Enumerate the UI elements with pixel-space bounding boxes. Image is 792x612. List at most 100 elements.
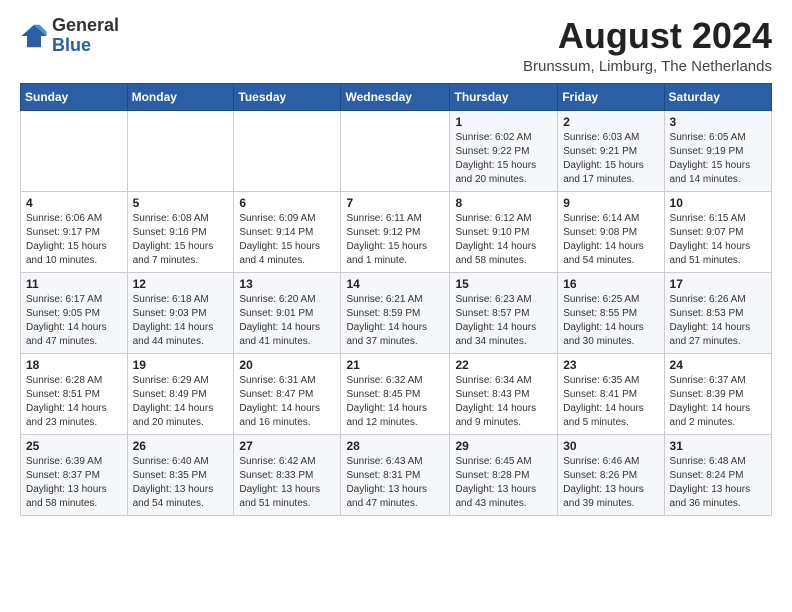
day-info: Sunrise: 6:45 AMSunset: 8:28 PMDaylight:…: [455, 455, 552, 511]
weekday-header-thursday: Thursday: [450, 83, 558, 110]
day-info: Sunrise: 6:08 AMSunset: 9:16 PMDaylight:…: [133, 212, 229, 268]
day-info: Sunrise: 6:37 AMSunset: 8:39 PMDaylight:…: [670, 374, 766, 430]
day-info: Sunrise: 6:12 AMSunset: 9:10 PMDaylight:…: [455, 212, 552, 268]
weekday-header-tuesday: Tuesday: [234, 83, 341, 110]
calendar-day-6: 6 Sunrise: 6:09 AMSunset: 9:14 PMDaylight…: [234, 191, 341, 272]
calendar-day-18: 18 Sunrise: 6:28 AMSunset: 8:51 PMDayligh…: [21, 353, 128, 434]
calendar-day-17: 17 Sunrise: 6:26 AMSunset: 8:53 PMDayligh…: [664, 272, 771, 353]
day-number: 1: [455, 115, 552, 129]
calendar-day-19: 19 Sunrise: 6:29 AMSunset: 8:49 PMDayligh…: [127, 353, 234, 434]
calendar-day-21: 21 Sunrise: 6:32 AMSunset: 8:45 PMDayligh…: [341, 353, 450, 434]
day-number: 22: [455, 358, 552, 372]
day-number: 31: [670, 439, 766, 453]
day-info: Sunrise: 6:09 AMSunset: 9:14 PMDaylight:…: [239, 212, 335, 268]
calendar-week-row: 1 Sunrise: 6:02 AMSunset: 9:22 PMDaylight…: [21, 110, 772, 191]
calendar-day-2: 2 Sunrise: 6:03 AMSunset: 9:21 PMDaylight…: [558, 110, 664, 191]
day-number: 24: [670, 358, 766, 372]
day-number: 26: [133, 439, 229, 453]
day-info: Sunrise: 6:18 AMSunset: 9:03 PMDaylight:…: [133, 293, 229, 349]
calendar-empty-cell: [234, 110, 341, 191]
day-number: 30: [563, 439, 658, 453]
calendar-day-27: 27 Sunrise: 6:42 AMSunset: 8:33 PMDayligh…: [234, 434, 341, 515]
calendar-day-23: 23Sunrise: 6:35 AMSunset: 8:41 PMDayligh…: [558, 353, 664, 434]
day-info: Sunrise: 6:39 AMSunset: 8:37 PMDaylight:…: [26, 455, 122, 511]
day-info: Sunrise: 6:03 AMSunset: 9:21 PMDaylight:…: [563, 131, 658, 187]
weekday-header-saturday: Saturday: [664, 83, 771, 110]
day-number: 7: [346, 196, 444, 210]
day-info: Sunrise: 6:02 AMSunset: 9:22 PMDaylight:…: [455, 131, 552, 187]
calendar-empty-cell: [341, 110, 450, 191]
day-number: 21: [346, 358, 444, 372]
calendar-empty-cell: [127, 110, 234, 191]
calendar-day-5: 5 Sunrise: 6:08 AMSunset: 9:16 PMDaylight…: [127, 191, 234, 272]
calendar-day-9: 9 Sunrise: 6:14 AMSunset: 9:08 PMDaylight…: [558, 191, 664, 272]
day-info: Sunrise: 6:35 AMSunset: 8:41 PMDaylight:…: [563, 374, 658, 430]
calendar-day-29: 29 Sunrise: 6:45 AMSunset: 8:28 PMDayligh…: [450, 434, 558, 515]
day-info: Sunrise: 6:14 AMSunset: 9:08 PMDaylight:…: [563, 212, 658, 268]
weekday-header-wednesday: Wednesday: [341, 83, 450, 110]
day-number: 9: [563, 196, 658, 210]
calendar-day-12: 12 Sunrise: 6:18 AMSunset: 9:03 PMDayligh…: [127, 272, 234, 353]
day-number: 19: [133, 358, 229, 372]
day-number: 18: [26, 358, 122, 372]
day-number: 4: [26, 196, 122, 210]
day-info: Sunrise: 6:40 AMSunset: 8:35 PMDaylight:…: [133, 455, 229, 511]
day-number: 20: [239, 358, 335, 372]
calendar-day-13: 13Sunrise: 6:20 AMSunset: 9:01 PMDayligh…: [234, 272, 341, 353]
calendar-day-1: 1 Sunrise: 6:02 AMSunset: 9:22 PMDaylight…: [450, 110, 558, 191]
day-info: Sunrise: 6:29 AMSunset: 8:49 PMDaylight:…: [133, 374, 229, 430]
day-number: 10: [670, 196, 766, 210]
calendar-day-20: 20 Sunrise: 6:31 AMSunset: 8:47 PMDayligh…: [234, 353, 341, 434]
calendar-day-16: 16 Sunrise: 6:25 AMSunset: 8:55 PMDayligh…: [558, 272, 664, 353]
calendar-day-15: 15Sunrise: 6:23 AMSunset: 8:57 PMDayligh…: [450, 272, 558, 353]
day-number: 27: [239, 439, 335, 453]
day-info: Sunrise: 6:28 AMSunset: 8:51 PMDaylight:…: [26, 374, 122, 430]
day-info: Sunrise: 6:46 AMSunset: 8:26 PMDaylight:…: [563, 455, 658, 511]
day-number: 2: [563, 115, 658, 129]
calendar-day-8: 8 Sunrise: 6:12 AMSunset: 9:10 PMDaylight…: [450, 191, 558, 272]
day-number: 16: [563, 277, 658, 291]
calendar-day-3: 3Sunrise: 6:05 AMSunset: 9:19 PMDaylight…: [664, 110, 771, 191]
calendar-day-7: 7 Sunrise: 6:11 AMSunset: 9:12 PMDaylight…: [341, 191, 450, 272]
calendar-day-10: 10 Sunrise: 6:15 AMSunset: 9:07 PMDayligh…: [664, 191, 771, 272]
calendar-day-28: 28Sunrise: 6:43 AMSunset: 8:31 PMDayligh…: [341, 434, 450, 515]
day-info: Sunrise: 6:31 AMSunset: 8:47 PMDaylight:…: [239, 374, 335, 430]
day-number: 28: [346, 439, 444, 453]
calendar-day-26: 26 Sunrise: 6:40 AMSunset: 8:35 PMDayligh…: [127, 434, 234, 515]
day-number: 17: [670, 277, 766, 291]
day-number: 14: [346, 277, 444, 291]
calendar-table: SundayMondayTuesdayWednesdayThursdayFrid…: [20, 83, 772, 516]
calendar-header-row: SundayMondayTuesdayWednesdayThursdayFrid…: [21, 83, 772, 110]
day-info: Sunrise: 6:06 AMSunset: 9:17 PMDaylight:…: [26, 212, 122, 268]
day-number: 8: [455, 196, 552, 210]
calendar-week-row: 4 Sunrise: 6:06 AMSunset: 9:17 PMDaylight…: [21, 191, 772, 272]
day-info: Sunrise: 6:15 AMSunset: 9:07 PMDaylight:…: [670, 212, 766, 268]
day-info: Sunrise: 6:34 AMSunset: 8:43 PMDaylight:…: [455, 374, 552, 430]
logo-icon: [20, 22, 48, 50]
logo-blue-text: Blue: [52, 36, 119, 56]
day-info: Sunrise: 6:11 AMSunset: 9:12 PMDaylight:…: [346, 212, 444, 268]
day-number: 6: [239, 196, 335, 210]
calendar-day-24: 24 Sunrise: 6:37 AMSunset: 8:39 PMDayligh…: [664, 353, 771, 434]
calendar-week-row: 11Sunrise: 6:17 AMSunset: 9:05 PMDayligh…: [21, 272, 772, 353]
day-info: Sunrise: 6:20 AMSunset: 9:01 PMDaylight:…: [239, 293, 335, 349]
day-info: Sunrise: 6:26 AMSunset: 8:53 PMDaylight:…: [670, 293, 766, 349]
logo: General Blue: [20, 16, 119, 56]
calendar-week-row: 25Sunrise: 6:39 AMSunset: 8:37 PMDayligh…: [21, 434, 772, 515]
day-info: Sunrise: 6:32 AMSunset: 8:45 PMDaylight:…: [346, 374, 444, 430]
day-number: 29: [455, 439, 552, 453]
weekday-header-friday: Friday: [558, 83, 664, 110]
day-info: Sunrise: 6:48 AMSunset: 8:24 PMDaylight:…: [670, 455, 766, 511]
calendar-empty-cell: [21, 110, 128, 191]
weekday-header-monday: Monday: [127, 83, 234, 110]
day-info: Sunrise: 6:42 AMSunset: 8:33 PMDaylight:…: [239, 455, 335, 511]
day-number: 5: [133, 196, 229, 210]
day-info: Sunrise: 6:25 AMSunset: 8:55 PMDaylight:…: [563, 293, 658, 349]
day-number: 15: [455, 277, 552, 291]
calendar-day-30: 30 Sunrise: 6:46 AMSunset: 8:26 PMDayligh…: [558, 434, 664, 515]
page-header: General Blue August 2024 Brunssum, Limbu…: [20, 16, 772, 75]
day-number: 12: [133, 277, 229, 291]
day-info: Sunrise: 6:05 AMSunset: 9:19 PMDaylight:…: [670, 131, 766, 187]
calendar-day-11: 11Sunrise: 6:17 AMSunset: 9:05 PMDayligh…: [21, 272, 128, 353]
calendar-day-14: 14Sunrise: 6:21 AMSunset: 8:59 PMDayligh…: [341, 272, 450, 353]
